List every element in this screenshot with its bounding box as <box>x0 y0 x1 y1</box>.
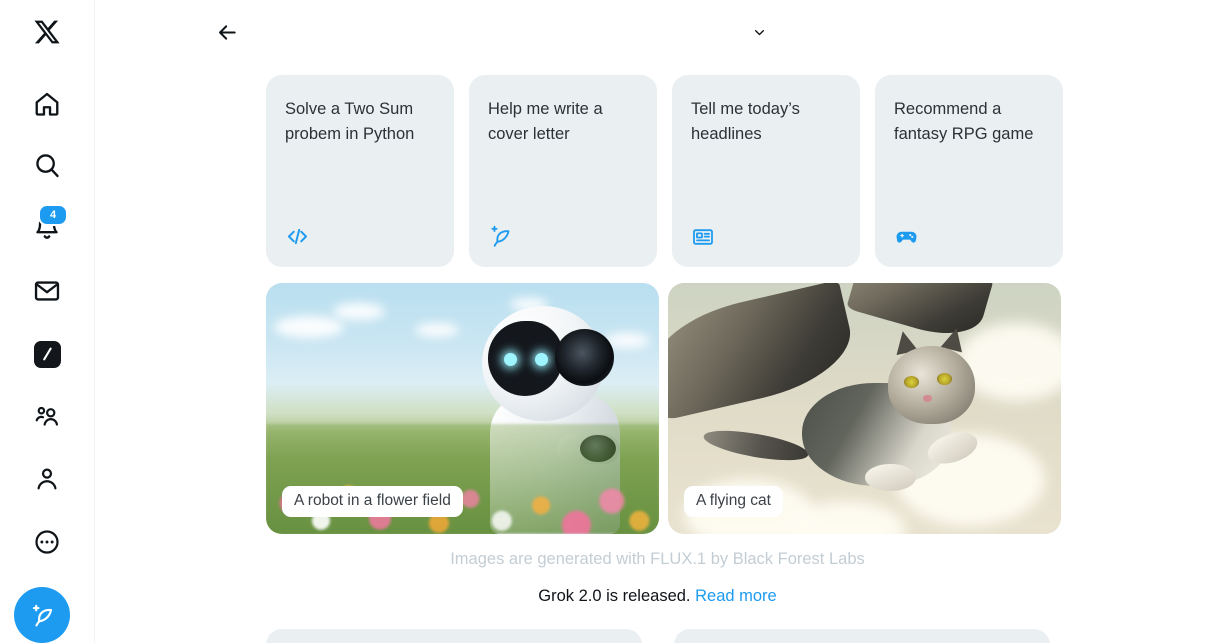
cloud-shape <box>332 303 385 321</box>
x-logo-icon <box>34 20 60 44</box>
primary-navigation-sidebar: 4 <box>0 0 95 643</box>
grok-main-panel: Solve a Two Sum probem in Python Help me… <box>95 0 1220 643</box>
robot-face-shape <box>488 320 563 396</box>
quill-glyph <box>491 225 510 247</box>
communities-hit[interactable] <box>22 392 72 442</box>
sidebar-item-grok[interactable] <box>0 329 94 379</box>
back-button[interactable] <box>208 13 246 51</box>
quill-icon <box>488 223 638 249</box>
gamepad-icon <box>894 223 1044 249</box>
generated-images-row: A robot in a flower field A flying cat <box>266 283 1220 534</box>
grok-icon <box>33 340 61 368</box>
sidebar-item-explore[interactable] <box>0 140 94 190</box>
cat-paw-shape <box>864 463 916 492</box>
compose-post-icon <box>32 604 52 626</box>
back-arrow-icon <box>218 24 236 40</box>
more-hit[interactable] <box>22 517 72 567</box>
home-hit[interactable] <box>22 79 72 129</box>
sidebar-item-messages[interactable] <box>0 266 94 316</box>
search-icon <box>36 154 59 178</box>
suggestion-card-label: Recommend a fantasy RPG game <box>894 100 1034 143</box>
sidebar-item-notifications[interactable]: 4 <box>0 203 94 253</box>
grok-topbar <box>95 0 1220 66</box>
profile-hit[interactable] <box>22 454 72 504</box>
suggestion-card-rpg[interactable]: Recommend a fantasy RPG game <box>875 75 1063 267</box>
prompt-suggestions-grid: Solve a Two Sum probem in Python Help me… <box>266 75 1220 267</box>
sidebar-item-profile[interactable] <box>0 454 94 504</box>
generated-image-caption: A flying cat <box>684 486 783 517</box>
communities-icon <box>35 406 59 426</box>
next-suggestions-row <box>266 629 1220 643</box>
sidebar-item-home[interactable] <box>0 79 94 129</box>
grok-app-window: 4 Solve a Two Sum probem in Python Help … <box>0 0 1220 643</box>
cat-head-shape <box>888 345 975 424</box>
generated-image-robot[interactable]: A robot in a flower field <box>266 283 659 534</box>
chevron-down-icon <box>755 29 764 35</box>
suggestion-card-label: Solve a Two Sum probem in Python <box>285 100 415 143</box>
cat-eye-shape <box>903 375 919 388</box>
suggestion-card-placeholder[interactable] <box>674 629 1050 643</box>
gamepad-glyph <box>896 231 917 243</box>
more-icon <box>35 530 59 554</box>
grok-slash-glyph <box>43 347 52 361</box>
x-logo-hit[interactable] <box>22 7 72 57</box>
profile-icon <box>37 468 57 490</box>
suggestion-card-label: Tell me today’s headlines <box>691 100 800 143</box>
news-icon <box>691 223 841 249</box>
code-glyph <box>287 228 308 245</box>
notifications-hit[interactable]: 4 <box>22 203 72 253</box>
flux-attribution-note: Images are generated with FLUX.1 by Blac… <box>450 550 865 568</box>
cat-tail-shape <box>702 424 811 466</box>
content-inner: Solve a Two Sum probem in Python Help me… <box>95 66 1220 643</box>
messages-hit[interactable] <box>22 266 72 316</box>
home-icon <box>35 92 59 116</box>
sidebar-item-more[interactable] <box>0 517 94 567</box>
grok-welcome-content: Solve a Two Sum probem in Python Help me… <box>95 66 1220 643</box>
code-icon <box>285 223 435 249</box>
news-glyph <box>693 229 713 245</box>
notifications-badge: 4 <box>38 204 68 226</box>
cloud-shape <box>415 323 460 338</box>
read-more-link[interactable]: Read more <box>695 587 777 605</box>
compose-post-button[interactable] <box>14 587 70 643</box>
mail-icon <box>34 281 60 301</box>
robot-eye-shape <box>503 353 517 367</box>
flower-field-shape <box>266 423 659 534</box>
release-announcement: Grok 2.0 is released. Read more <box>95 584 1220 608</box>
suggestion-card-code[interactable]: Solve a Two Sum probem in Python <box>266 75 454 267</box>
model-selector[interactable] <box>737 14 776 50</box>
suggestion-card-placeholder[interactable] <box>266 629 642 643</box>
x-logo-button[interactable] <box>0 7 94 57</box>
grok-hit[interactable] <box>22 329 72 379</box>
suggestion-card-cover-letter[interactable]: Help me write a cover letter <box>469 75 657 267</box>
generated-image-caption: A robot in a flower field <box>282 486 463 517</box>
suggestion-card-headlines[interactable]: Tell me today’s headlines <box>672 75 860 267</box>
suggestion-card-label: Help me write a cover letter <box>488 100 603 143</box>
release-announcement-text: Grok 2.0 is released. <box>538 587 691 605</box>
generated-image-cat[interactable]: A flying cat <box>668 283 1061 534</box>
cloud-shape <box>273 315 344 338</box>
robot-lens-shape <box>554 329 614 386</box>
sidebar-item-communities[interactable] <box>0 392 94 442</box>
explore-hit[interactable] <box>22 140 72 190</box>
